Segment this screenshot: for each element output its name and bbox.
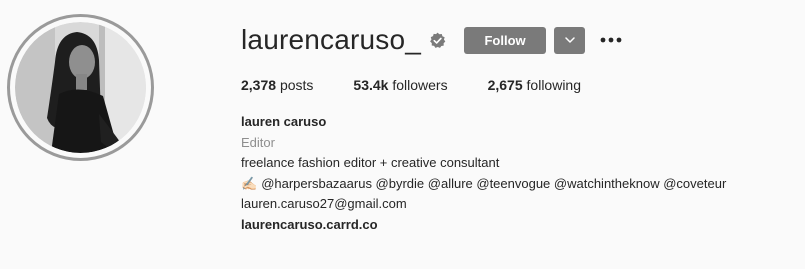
profile-title-row: laurencaruso_ Follow bbox=[241, 24, 623, 56]
followers-label: followers bbox=[392, 77, 448, 93]
bio-line-mentions: ✍🏻 @harpersbazaarus @byrdie @allure @teen… bbox=[241, 174, 726, 195]
posts-stat: 2,378 posts bbox=[241, 76, 313, 94]
chevron-down-icon bbox=[564, 37, 575, 43]
verified-badge-icon bbox=[430, 32, 446, 48]
username: laurencaruso_ bbox=[241, 24, 422, 55]
profile-bio: lauren caruso Editor freelance fashion e… bbox=[241, 112, 726, 235]
website-link[interactable]: laurencaruso.carrd.co bbox=[241, 217, 378, 232]
bio-mentions[interactable]: @harpersbazaarus @byrdie @allure @teenvo… bbox=[261, 176, 726, 191]
posts-label: posts bbox=[279, 77, 314, 93]
category-label: Editor bbox=[241, 134, 275, 150]
bio-line-description: freelance fashion editor + creative cons… bbox=[241, 155, 500, 170]
avatar-ring[interactable] bbox=[7, 14, 154, 161]
follow-button[interactable]: Follow bbox=[464, 26, 547, 54]
following-count: 2,675 bbox=[487, 77, 523, 93]
profile-header: laurencaruso_ Follow 2,378 posts 53.4k f… bbox=[0, 0, 805, 269]
more-options-icon bbox=[600, 37, 622, 43]
profile-stats: 2,378 posts 53.4k followers 2,675 follow… bbox=[241, 76, 621, 94]
posts-count: 2,378 bbox=[241, 77, 277, 93]
following-label: following bbox=[526, 77, 582, 93]
followers-count: 53.4k bbox=[353, 77, 389, 93]
suggested-accounts-dropdown-button[interactable] bbox=[554, 26, 586, 54]
followers-stat[interactable]: 53.4k followers bbox=[353, 76, 447, 94]
more-options-button[interactable] bbox=[599, 28, 623, 52]
bio-email: lauren.caruso27@gmail.com bbox=[241, 196, 407, 211]
writing-hand-icon: ✍🏻 bbox=[241, 175, 258, 191]
full-name: lauren caruso bbox=[241, 114, 327, 129]
avatar bbox=[15, 22, 146, 153]
following-stat[interactable]: 2,675 following bbox=[488, 76, 581, 94]
